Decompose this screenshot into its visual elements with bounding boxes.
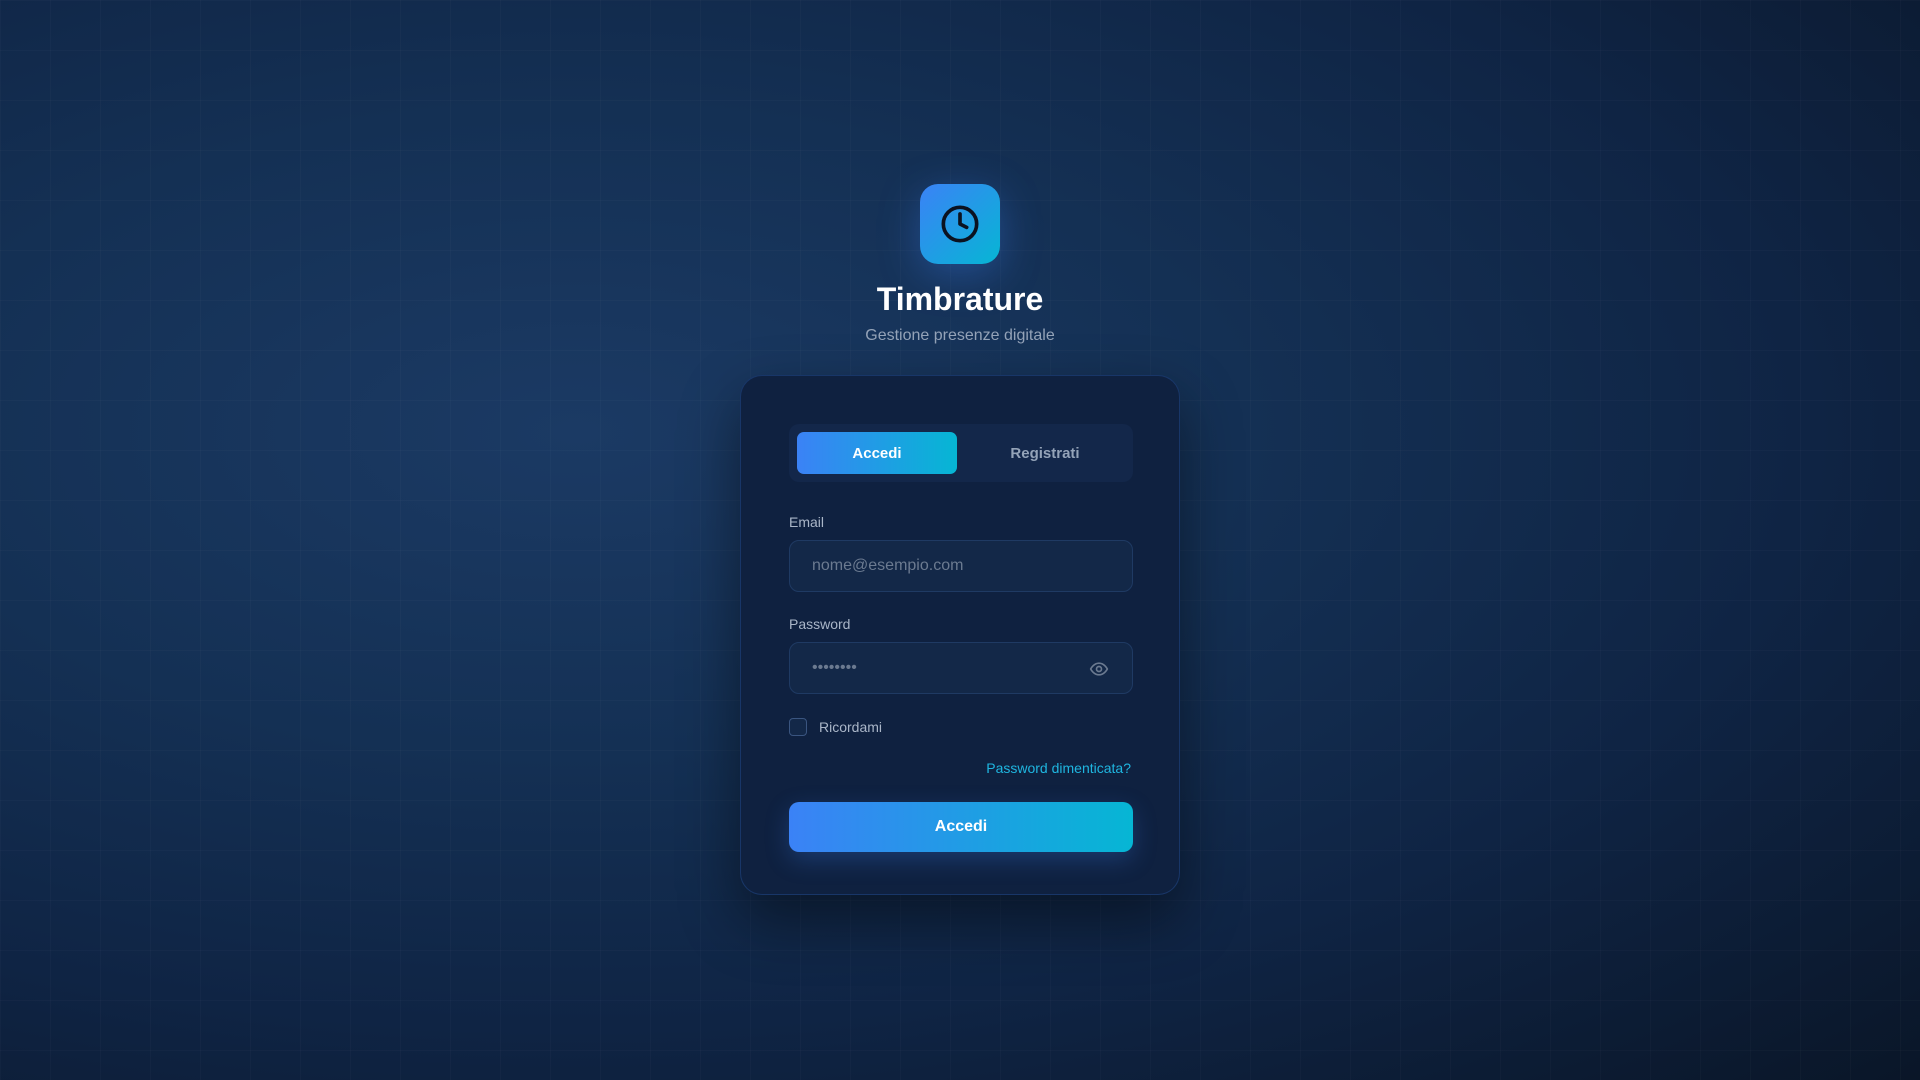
- login-submit-button[interactable]: Accedi: [789, 802, 1133, 852]
- password-label: Password: [789, 616, 851, 632]
- password-field-wrapper: [789, 642, 1133, 694]
- login-card: Accedi Registrati Email Password Ricorda…: [740, 375, 1180, 895]
- password-field[interactable]: [810, 658, 1112, 678]
- tab-login[interactable]: Accedi: [797, 432, 957, 474]
- remember-me-row: Ricordami: [789, 718, 1131, 736]
- clock-icon: [941, 205, 979, 243]
- forgot-password-row: Password dimenticata?: [789, 760, 1131, 778]
- app-logo: [920, 184, 1000, 264]
- brand-header: Timbrature Gestione presenze digitale: [0, 184, 1920, 346]
- auth-tabs: Accedi Registrati: [789, 424, 1133, 482]
- forgot-password-link[interactable]: Password dimenticata?: [986, 760, 1131, 776]
- show-password-button[interactable]: [1088, 659, 1110, 679]
- remember-me-checkbox[interactable]: [789, 718, 807, 736]
- email-label: Email: [789, 514, 825, 530]
- eye-icon: [1089, 662, 1109, 676]
- email-field-wrapper: [789, 540, 1133, 592]
- email-field[interactable]: [810, 556, 1112, 576]
- remember-me-label[interactable]: Ricordami: [819, 719, 882, 735]
- tab-register[interactable]: Registrati: [965, 432, 1125, 474]
- app-title: Timbrature: [876, 281, 1044, 317]
- app-subtitle: Gestione presenze digitale: [865, 327, 1055, 344]
